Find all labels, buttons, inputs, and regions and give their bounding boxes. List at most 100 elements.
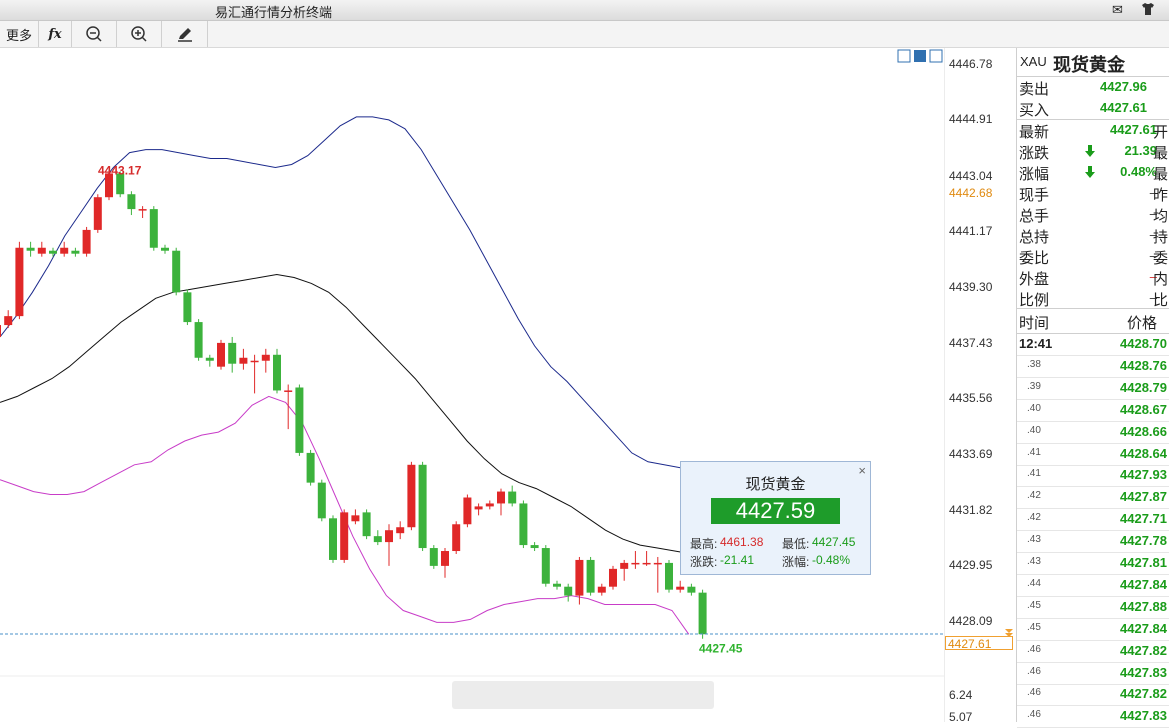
formula-button[interactable]: fx — [39, 21, 72, 47]
tick-time: .43 — [1027, 534, 1041, 546]
candle-body — [508, 491, 517, 504]
shirt-icon[interactable] — [1141, 2, 1155, 19]
y-tick-5: 4437.43 — [949, 336, 993, 350]
candle-body — [676, 586, 685, 590]
tick-time: .45 — [1027, 599, 1041, 611]
lower-tick-0: 6.24 — [949, 688, 973, 702]
candle — [306, 449, 315, 486]
candle-body — [407, 464, 416, 528]
candle-body — [329, 518, 337, 560]
candle — [228, 336, 237, 373]
quote-row-right-label: 均 — [1153, 208, 1169, 225]
watermark — [452, 681, 714, 709]
candle — [284, 384, 293, 430]
popup-change: -21.41 — [720, 553, 755, 567]
quote-row-right-label: 昨 — [1153, 187, 1169, 204]
candle — [665, 559, 673, 593]
quote-row-value: 21.39 — [1124, 143, 1157, 158]
tick-time: .46 — [1027, 665, 1041, 677]
quote-row-right-label: 持 — [1153, 229, 1169, 246]
quote-row-value: – — [1149, 269, 1157, 284]
candle — [183, 289, 192, 326]
y-tick-8: 4431.82 — [949, 503, 993, 517]
candle-body — [37, 247, 46, 254]
quote-row-right-label: 最 — [1153, 145, 1169, 162]
candle — [205, 354, 214, 367]
more-button[interactable]: 更多 — [0, 21, 39, 47]
chart-area[interactable]: 4443.17 4427.45 — [0, 48, 944, 722]
tick-time: .46 — [1027, 709, 1041, 721]
zoom-in-button[interactable] — [117, 21, 162, 47]
window-title: 易汇通行情分析终端 — [215, 5, 333, 20]
candlestick-chart[interactable]: 4443.17 4427.45 — [0, 48, 944, 722]
candle — [687, 583, 696, 596]
tick-price: 4427.83 — [1120, 708, 1167, 724]
candle — [37, 241, 46, 257]
candle-body — [228, 342, 237, 364]
play-icon[interactable] — [914, 50, 926, 62]
tick-price: 4427.84 — [1120, 576, 1167, 592]
candle — [474, 503, 483, 516]
expand-icon[interactable] — [929, 49, 943, 63]
candle — [609, 565, 617, 590]
tick-time: .42 — [1027, 490, 1041, 502]
candle-body — [15, 247, 24, 317]
quote-row-label: 委比 — [1019, 250, 1050, 267]
title-bar: 易汇通行情分析终端 ✉ — [0, 0, 1169, 21]
y-tick-1: 4444.91 — [949, 112, 993, 126]
quote-popup: × 现货黄金 4427.59 最高: 4461.38 最低: 4427.45 涨… — [680, 461, 871, 575]
arrow-marker-icon — [1005, 629, 1013, 637]
candle-body — [273, 354, 281, 391]
candle-body — [564, 586, 573, 596]
candle — [26, 241, 35, 257]
candle — [161, 244, 169, 254]
tick-price: 4427.87 — [1120, 489, 1167, 505]
candle-body — [4, 316, 13, 326]
quote-row-label: 总持 — [1019, 229, 1050, 246]
quote-row-value: 0.48% — [1120, 164, 1157, 179]
price-axis: 4446.78 4444.91 4443.04 4441.17 4439.30 4437.… — [944, 48, 1017, 724]
candle — [642, 551, 651, 566]
quote-row-value: – — [1149, 206, 1157, 221]
mail-icon[interactable]: ✉ — [1112, 2, 1123, 18]
quote-panel: XAU 现货黄金 卖出 4427.96 买入 4427.61 最新 4427.61… — [1016, 48, 1169, 728]
zoom-out-button[interactable] — [72, 21, 117, 47]
zoom-out-icon — [86, 26, 102, 42]
candle — [452, 521, 461, 554]
candle-body — [463, 497, 472, 525]
quote-header: XAU 现货黄金 — [1017, 48, 1169, 77]
candle — [239, 348, 248, 370]
candle-body — [93, 197, 102, 230]
quote-row-label: 最新 — [1019, 124, 1050, 141]
candle — [676, 580, 685, 593]
candle-body — [217, 342, 225, 367]
candle — [49, 247, 57, 257]
candle-body — [351, 515, 360, 522]
tick-price: 4427.93 — [1120, 467, 1167, 483]
quote-row-label: 比例 — [1019, 292, 1050, 309]
popup-price: 4427.59 — [711, 498, 840, 524]
popup-low-label: 最低: — [782, 537, 810, 551]
tick-time: 12:41 — [1019, 336, 1053, 351]
tick-time: .43 — [1027, 556, 1041, 567]
candle — [541, 545, 550, 587]
tick-time: .45 — [1027, 621, 1041, 633]
tick-row: .42 4427.87 — [1017, 486, 1169, 510]
popup-high: 4461.38 — [720, 535, 764, 549]
tick-time: .39 — [1027, 380, 1041, 392]
candle-body — [127, 194, 136, 210]
pane-icons[interactable] — [897, 49, 943, 63]
candle — [172, 247, 181, 296]
candle-body — [306, 452, 315, 483]
candle-body — [60, 247, 69, 254]
candle-body — [0, 325, 1, 337]
layout-icon[interactable] — [897, 49, 911, 63]
tick-price: 4427.88 — [1120, 598, 1167, 614]
buy-label: 买入 — [1019, 102, 1050, 119]
candle-body — [497, 491, 505, 504]
quote-row-7: 外盘 – 内 — [1017, 267, 1169, 288]
candle-body — [239, 357, 248, 364]
candle — [396, 521, 405, 540]
draw-button[interactable] — [162, 21, 208, 47]
candle-body — [418, 464, 427, 549]
